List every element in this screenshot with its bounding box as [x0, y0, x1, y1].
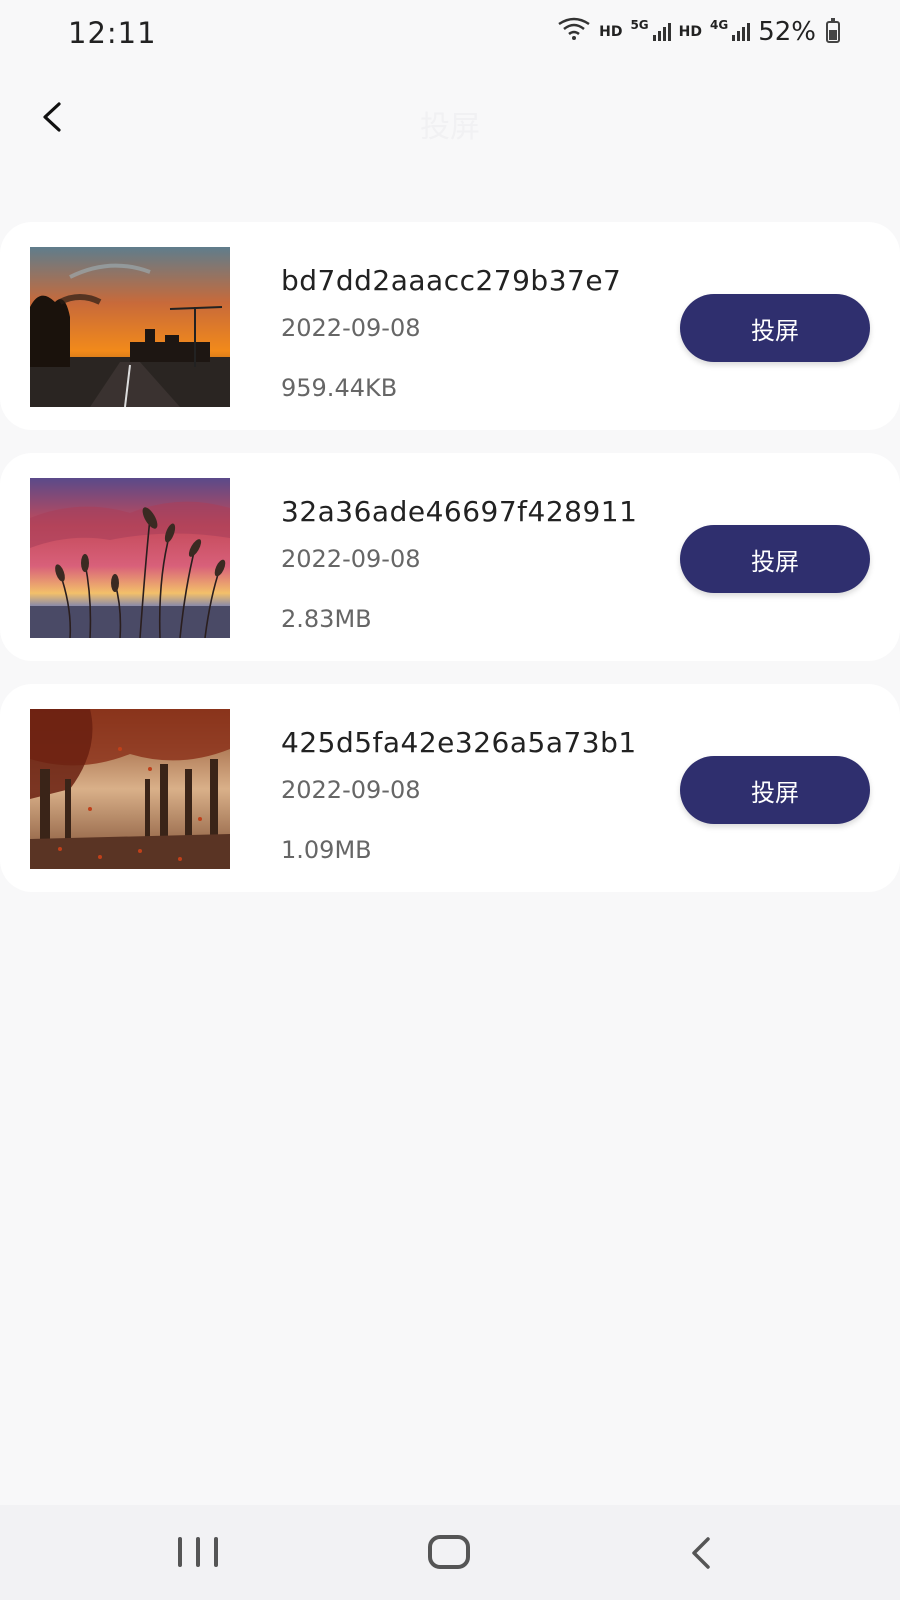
file-size: 2.83MB — [281, 605, 372, 633]
cast-button[interactable]: 投屏 — [680, 525, 870, 593]
list-item: 425d5fa42e326a5a73b1 2022-09-08 1.09MB 投… — [0, 684, 900, 892]
battery-percent: 52% — [758, 16, 816, 47]
wifi-icon — [557, 16, 591, 47]
sunset-road-image — [30, 247, 230, 407]
list-item: 32a36ade46697f428911 2022-09-08 2.83MB 投… — [0, 453, 900, 661]
system-nav-bar — [0, 1505, 900, 1600]
file-date: 2022-09-08 — [281, 314, 421, 342]
status-time: 12:11 — [68, 16, 157, 50]
file-name: 32a36ade46697f428911 — [281, 495, 638, 528]
back-icon[interactable] — [686, 1533, 716, 1573]
signal-icon-1 — [652, 22, 671, 41]
status-indicators: HD 5G HD 4G 52% — [557, 16, 840, 47]
cast-button[interactable]: 投屏 — [680, 294, 870, 362]
file-name: 425d5fa42e326a5a73b1 — [281, 726, 637, 759]
network-type-2: 4G — [710, 17, 729, 32]
file-date: 2022-09-08 — [281, 545, 421, 573]
home-icon[interactable] — [428, 1535, 470, 1569]
file-size: 959.44KB — [281, 374, 398, 402]
hd-label-2: HD — [678, 23, 702, 40]
cast-button[interactable]: 投屏 — [680, 756, 870, 824]
screen: 12:11 HD 5G HD 4G 52% 投屏 bd7dd2aaacc279b… — [0, 0, 900, 1600]
page-title: 投屏 — [420, 110, 480, 145]
thumbnail-reeds-sunset[interactable] — [30, 478, 230, 638]
autumn-trees-image — [30, 709, 230, 869]
recents-icon[interactable] — [178, 1537, 218, 1569]
status-bar: 12:11 HD 5G HD 4G 52% — [0, 0, 900, 70]
media-list: bd7dd2aaacc279b37e7 2022-09-08 959.44KB … — [0, 222, 900, 915]
file-size: 1.09MB — [281, 836, 372, 864]
hd-label-1: HD — [599, 23, 623, 40]
list-item: bd7dd2aaacc279b37e7 2022-09-08 959.44KB … — [0, 222, 900, 430]
battery-icon — [826, 17, 840, 43]
reeds-sunset-image — [30, 478, 230, 638]
network-type-1: 5G — [630, 17, 649, 32]
file-date: 2022-09-08 — [281, 776, 421, 804]
thumbnail-sunset-road[interactable] — [30, 247, 230, 407]
thumbnail-autumn-trees[interactable] — [30, 709, 230, 869]
signal-icon-2 — [732, 22, 751, 41]
app-bar: 投屏 — [0, 70, 900, 170]
file-name: bd7dd2aaacc279b37e7 — [281, 264, 622, 297]
